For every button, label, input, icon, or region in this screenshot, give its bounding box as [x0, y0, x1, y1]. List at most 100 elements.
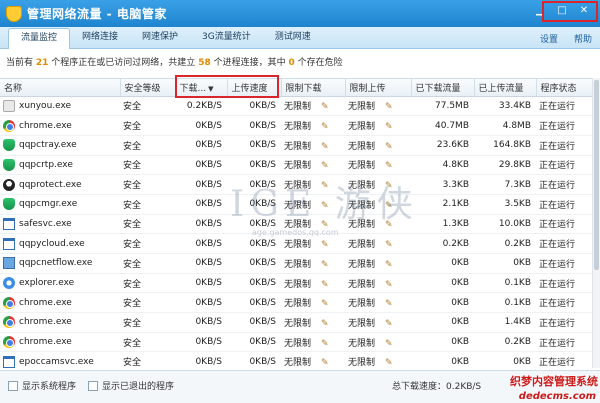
col-uploaded[interactable]: 已上传流量	[474, 79, 537, 97]
process-name-cell[interactable]: qqpycloud.exe	[0, 233, 120, 254]
limit-download-cell[interactable]: 无限制 ✎	[281, 155, 345, 176]
limit-download-cell[interactable]: 无限制 ✎	[281, 115, 345, 136]
process-name-cell[interactable]: qqpcmgr.exe	[0, 194, 120, 215]
checkbox-box[interactable]	[88, 380, 98, 391]
pencil-icon[interactable]: ✎	[385, 102, 393, 112]
limit-upload-cell[interactable]: 无限制 ✎	[345, 292, 411, 314]
limit-download-cell[interactable]: 无限制 ✎	[281, 351, 345, 368]
pencil-icon[interactable]: ✎	[385, 280, 393, 290]
pencil-icon[interactable]: ✎	[321, 142, 329, 152]
col-name[interactable]: 名称	[0, 79, 121, 97]
col-downloaded[interactable]: 已下载流量	[411, 79, 475, 97]
process-name-cell[interactable]: qqpcrtp.exe	[0, 155, 120, 176]
table-row[interactable]: epoccamsvc.exe 安全 0KB/S 0KB/S 无限制 ✎ 无限制 ✎ 0KB 0KB…	[0, 351, 592, 368]
limit-download-cell[interactable]: 无限制 ✎	[281, 135, 345, 156]
pencil-icon[interactable]: ✎	[321, 358, 329, 368]
table-row[interactable]: qqpctray.exe 安全 0KB/S 0KB/S 无限制 ✎ 无限制 ✎ 23.6KB 16…	[0, 135, 592, 156]
help-link[interactable]: 帮助	[574, 32, 592, 45]
table-row[interactable]: explorer.exe 安全 0KB/S 0KB/S 无限制 ✎ 无限制 ✎ 0KB 0.1KB…	[0, 273, 592, 294]
table-row[interactable]: xunyou.exe 安全 0.2KB/S 0KB/S 无限制 ✎ 无限制 ✎ 77.5MB 33…	[0, 96, 592, 117]
limit-download-cell[interactable]: 无限制 ✎	[281, 332, 345, 353]
limit-download-cell[interactable]: 无限制 ✎	[281, 194, 345, 215]
limit-download-cell[interactable]: 无限制 ✎	[281, 292, 345, 314]
pencil-icon[interactable]: ✎	[385, 142, 393, 152]
limit-upload-cell[interactable]: 无限制 ✎	[345, 135, 411, 156]
table-row[interactable]: chrome.exe 安全 0KB/S 0KB/S 无限制 ✎ 无限制 ✎ 0KB 0.2KB 正在…	[0, 332, 592, 353]
scrollbar-thumb[interactable]	[594, 80, 599, 270]
col-security[interactable]: 安全等级	[120, 79, 176, 97]
tab-network-connections[interactable]: 网络连接	[70, 28, 130, 48]
process-name-cell[interactable]: qqpcnetflow.exe	[0, 253, 120, 274]
process-name-cell[interactable]: qqprotect.exe	[0, 174, 120, 195]
pencil-icon[interactable]: ✎	[385, 181, 393, 191]
pencil-icon[interactable]: ✎	[321, 161, 329, 171]
pencil-icon[interactable]: ✎	[385, 299, 393, 309]
pencil-icon[interactable]: ✎	[321, 319, 329, 329]
limit-upload-cell[interactable]: 无限制 ✎	[345, 174, 411, 195]
table-row[interactable]: qqpycloud.exe 安全 0KB/S 0KB/S 无限制 ✎ 无限制 ✎ 0.2KB 0.…	[0, 233, 592, 254]
table-row[interactable]: qqpcmgr.exe 安全 0KB/S 0KB/S 无限制 ✎ 无限制 ✎ 2.1KB 3.5K…	[0, 194, 592, 215]
pencil-icon[interactable]: ✎	[385, 358, 393, 368]
table-row[interactable]: qqprotect.exe 安全 0KB/S 0KB/S 无限制 ✎ 无限制 ✎ 3.3KB 7.…	[0, 174, 592, 195]
process-name-cell[interactable]: safesvc.exe	[0, 214, 120, 235]
checkbox-box[interactable]	[8, 380, 18, 391]
settings-link[interactable]: 设置	[540, 32, 558, 45]
vertical-scrollbar[interactable]	[592, 78, 600, 368]
tab-3g-stats[interactable]: 3G流量统计	[190, 28, 263, 48]
table-row[interactable]: qqpcnetflow.exe 安全 0KB/S 0KB/S 无限制 ✎ 无限制 ✎ 0KB 0K…	[0, 253, 592, 274]
pencil-icon[interactable]: ✎	[321, 181, 329, 191]
limit-download-cell[interactable]: 无限制 ✎	[281, 96, 345, 117]
process-name-cell[interactable]: chrome.exe	[0, 312, 120, 333]
limit-upload-cell[interactable]: 无限制 ✎	[345, 96, 411, 117]
tab-traffic-monitor[interactable]: 流量监控	[8, 28, 71, 49]
pencil-icon[interactable]: ✎	[385, 240, 393, 250]
pencil-icon[interactable]: ✎	[321, 102, 329, 112]
table-row[interactable]: qqpcrtp.exe 安全 0KB/S 0KB/S 无限制 ✎ 无限制 ✎ 4.8KB 29.8…	[0, 155, 592, 176]
tab-speed-test[interactable]: 测试网速	[263, 28, 323, 48]
limit-download-cell[interactable]: 无限制 ✎	[281, 233, 345, 254]
col-limit-upload[interactable]: 限制上传	[345, 79, 412, 97]
pencil-icon[interactable]: ✎	[385, 201, 393, 211]
limit-upload-cell[interactable]: 无限制 ✎	[345, 351, 411, 368]
limit-upload-cell[interactable]: 无限制 ✎	[345, 233, 411, 254]
pencil-icon[interactable]: ✎	[385, 319, 393, 329]
pencil-icon[interactable]: ✎	[321, 201, 329, 211]
pencil-icon[interactable]: ✎	[321, 280, 329, 290]
limit-upload-cell[interactable]: 无限制 ✎	[345, 332, 411, 353]
pencil-icon[interactable]: ✎	[321, 260, 329, 270]
table-row[interactable]: chrome.exe 安全 0KB/S 0KB/S 无限制 ✎ 无限制 ✎ 0KB 0.1KB 正在…	[0, 292, 592, 314]
table-row[interactable]: chrome.exe 安全 0KB/S 0KB/S 无限制 ✎ 无限制 ✎ 0KB 1.4KB 正在…	[0, 312, 592, 333]
process-name-cell[interactable]: chrome.exe	[0, 292, 120, 314]
table-row[interactable]: safesvc.exe 安全 0KB/S 0KB/S 无限制 ✎ 无限制 ✎ 1.3KB 10.0…	[0, 214, 592, 235]
tab-speed-protection[interactable]: 网速保护	[130, 28, 190, 48]
pencil-icon[interactable]: ✎	[385, 122, 393, 132]
limit-upload-cell[interactable]: 无限制 ✎	[345, 273, 411, 294]
process-name-cell[interactable]: qqpctray.exe	[0, 135, 120, 156]
limit-upload-cell[interactable]: 无限制 ✎	[345, 312, 411, 333]
process-name-cell[interactable]: chrome.exe	[0, 115, 120, 136]
pencil-icon[interactable]: ✎	[321, 299, 329, 309]
limit-download-cell[interactable]: 无限制 ✎	[281, 312, 345, 333]
col-status[interactable]: 程序状态	[536, 79, 593, 97]
process-name-cell[interactable]: epoccamsvc.exe	[0, 351, 120, 368]
process-name-cell[interactable]: explorer.exe	[0, 273, 120, 294]
limit-download-cell[interactable]: 无限制 ✎	[281, 273, 345, 294]
pencil-icon[interactable]: ✎	[385, 339, 393, 349]
limit-download-cell[interactable]: 无限制 ✎	[281, 214, 345, 235]
col-download-speed[interactable]: 下载... ▼	[175, 79, 228, 97]
show-exited-checkbox[interactable]: 显示已退出的程序	[88, 379, 174, 392]
limit-download-cell[interactable]: 无限制 ✎	[281, 174, 345, 195]
table-row[interactable]: chrome.exe 安全 0KB/S 0KB/S 无限制 ✎ 无限制 ✎ 40.7MB 4.8M…	[0, 115, 592, 136]
pencil-icon[interactable]: ✎	[321, 339, 329, 349]
limit-upload-cell[interactable]: 无限制 ✎	[345, 253, 411, 274]
show-system-checkbox[interactable]: 显示系统程序	[8, 379, 76, 392]
pencil-icon[interactable]: ✎	[321, 220, 329, 230]
limit-upload-cell[interactable]: 无限制 ✎	[345, 115, 411, 136]
pencil-icon[interactable]: ✎	[385, 220, 393, 230]
pencil-icon[interactable]: ✎	[321, 122, 329, 132]
limit-download-cell[interactable]: 无限制 ✎	[281, 253, 345, 274]
pencil-icon[interactable]: ✎	[385, 161, 393, 171]
limit-upload-cell[interactable]: 无限制 ✎	[345, 155, 411, 176]
process-name-cell[interactable]: xunyou.exe	[0, 96, 120, 117]
limit-upload-cell[interactable]: 无限制 ✎	[345, 214, 411, 235]
